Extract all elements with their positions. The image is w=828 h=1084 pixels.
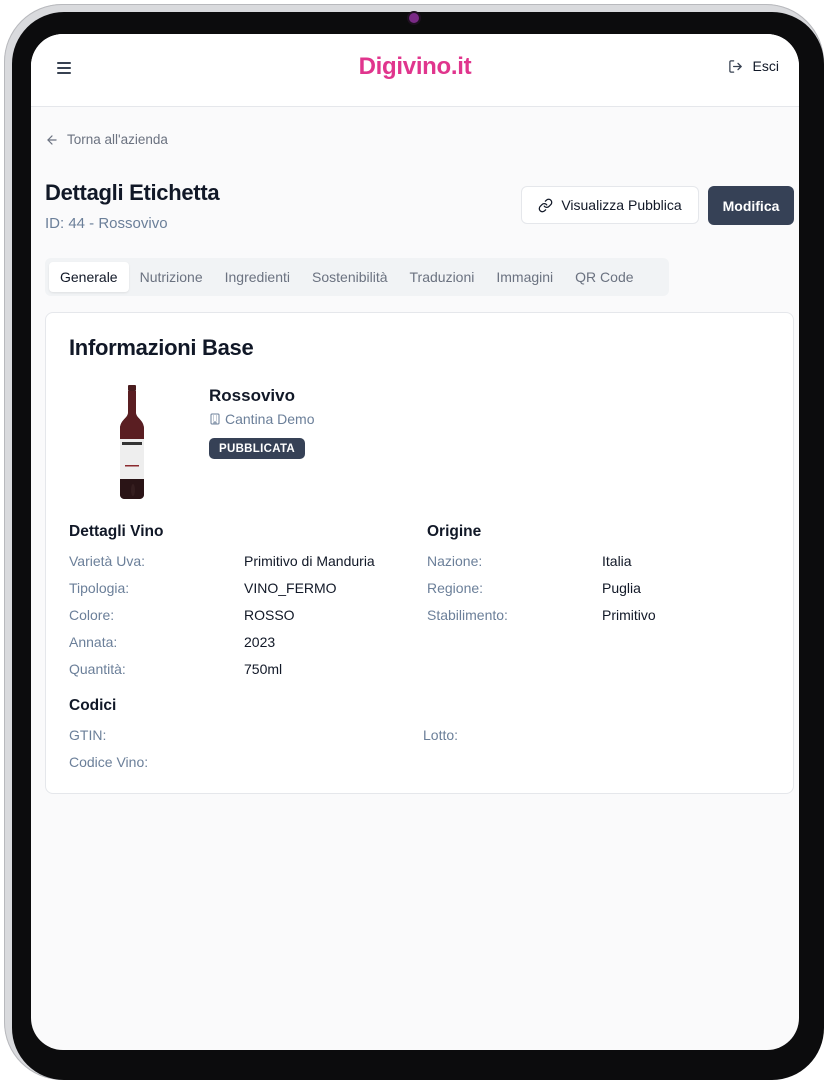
logout-button[interactable]: Esci [728,58,779,74]
back-link[interactable]: Torna all'azienda [45,132,168,147]
tab-nutrizione[interactable]: Nutrizione [129,262,214,292]
logout-label: Esci [752,58,779,74]
tab-qr-code[interactable]: QR Code [564,262,644,292]
card-title: Informazioni Base [69,335,254,360]
info-card: Informazioni Base Rossovivo Cantina Demo… [45,312,794,794]
typology-label: Tipologia: [69,580,130,596]
top-header: Digivino.it Esci [31,34,799,107]
winery-link[interactable]: Cantina Demo [209,411,315,427]
plant-value: Primitivo [602,607,656,623]
country-label: Nazione: [427,553,483,569]
region-label: Regione: [427,580,484,596]
quantity-value: 750ml [244,661,283,677]
tab-immagini[interactable]: Immagini [485,262,564,292]
view-public-button[interactable]: Visualizza Pubblica [521,186,699,224]
arrow-left-icon [47,134,57,145]
vintage-label: Annata: [69,634,118,650]
grape-variety-value: Primitivo di Manduria [244,553,375,569]
wine-name: Rossovivo [209,386,295,405]
view-public-label: Visualizza Pubblica [561,197,682,213]
app-screen: Digivino.it Esci Torna all'azienda Detta… [31,34,799,1050]
origin-title: Origine [427,523,482,540]
edit-button[interactable]: Modifica [708,186,794,225]
link-icon [538,198,553,212]
color-value: ROSSO [244,607,295,623]
vintage-value: 2023 [244,634,276,650]
camera-icon [409,13,419,23]
wine-bottle-image [120,385,144,499]
page-subtitle: ID: 44 - Rossovivo [45,215,168,232]
color-label: Colore: [69,607,115,623]
country-value: Italia [602,553,632,569]
tab-traduzioni[interactable]: Traduzioni [399,262,486,292]
quantity-label: Quantità: [69,661,126,677]
status-badge: PUBBLICATA [209,438,306,459]
tab-bar: Generale Nutrizione Ingredienti Sostenib… [45,258,669,296]
tab-sostenibilita[interactable]: Sostenibilità [301,262,399,292]
logout-icon [728,59,742,73]
lot-label: Lotto: [423,727,459,743]
tab-ingredienti[interactable]: Ingredienti [214,262,301,292]
wine-details-title: Dettagli Vino [69,523,164,540]
winery-name: Cantina Demo [225,411,315,427]
back-link-label: Torna all'azienda [67,132,168,147]
building-icon [210,413,220,425]
page-title: Dettagli Etichetta [45,180,220,205]
wine-code-label: Codice Vino: [69,754,149,770]
typology-value: VINO_FERMO [244,580,337,596]
codes-title: Codici [69,697,117,714]
tab-generale[interactable]: Generale [49,262,129,292]
brand-logo[interactable]: Digivino.it [31,53,799,81]
gtin-label: GTIN: [69,727,107,743]
region-value: Puglia [602,580,641,596]
grape-variety-label: Varietà Uva: [69,553,145,569]
plant-label: Stabilimento: [427,607,508,623]
